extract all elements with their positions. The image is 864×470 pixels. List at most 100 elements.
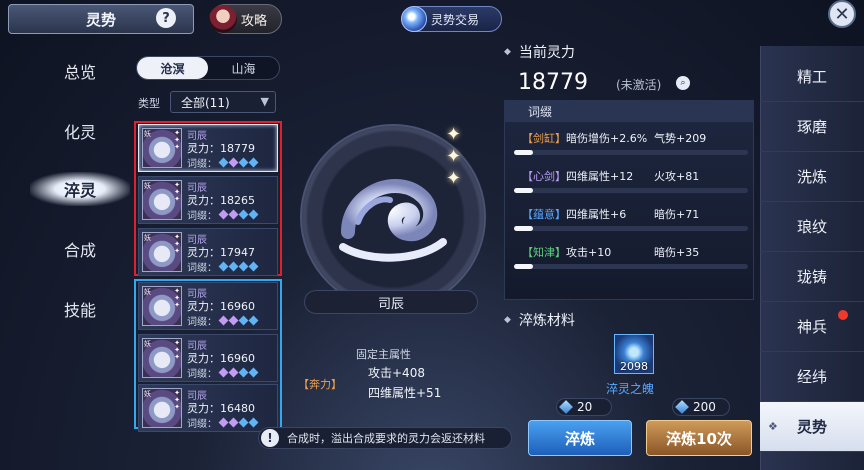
- card-affix-label: 词缀：: [187, 211, 217, 222]
- spirit-thumbnail: 妖 ✦ ✦ ✦: [142, 232, 182, 272]
- spirit-card[interactable]: 妖 ✦ ✦ ✦ 司辰 灵力：16480 词缀：: [138, 384, 278, 432]
- card-affix: 词缀：: [187, 415, 259, 430]
- affix-tag: 【心剑】: [522, 170, 566, 183]
- spirit-card[interactable]: 妖 ✦ ✦ ✦ 司辰 灵力：16960 词缀：: [138, 282, 278, 330]
- segment-cangming[interactable]: 沧溟: [137, 57, 208, 79]
- current-power-title-text: 当前灵力: [518, 45, 575, 61]
- spirit-card[interactable]: 妖 ✦ ✦ ✦ 司辰 灵力：18779 词缀：: [138, 124, 278, 172]
- nav-label: 技能: [63, 301, 96, 320]
- right-tab-1[interactable]: 琢磨: [760, 102, 864, 152]
- right-tab-4[interactable]: 珑铸: [760, 252, 864, 302]
- compose-tip: ! 合成时，溢出合成要求的灵力会返还材料: [258, 427, 512, 449]
- material-item[interactable]: 2098: [614, 334, 654, 374]
- affix-progress-bar: [514, 188, 748, 193]
- diamond-bullet-icon: ◆: [504, 315, 511, 325]
- affix-progress-fill: [514, 150, 533, 155]
- spirit-thumbnail: 妖 ✦ ✦ ✦: [142, 180, 182, 220]
- nav-label: 淬灵: [63, 181, 96, 200]
- affix-left-value: 四维属性+12: [566, 170, 634, 183]
- help-icon[interactable]: ?: [156, 8, 176, 28]
- guide-avatar: [209, 5, 237, 33]
- affix-row: 【心剑】四维属性+12 火攻+81: [514, 168, 750, 202]
- affix-diamond-icon: [218, 261, 229, 272]
- affix-left: 【知津】攻击+10: [522, 244, 611, 260]
- nav-refine[interactable]: 淬灵: [30, 172, 130, 206]
- right-tab-label: 琢磨: [796, 118, 827, 136]
- right-tab-2[interactable]: 洗炼: [760, 152, 864, 202]
- realm-toggle: 沧溟 山海: [136, 56, 280, 80]
- affix-diamond-icon: [248, 315, 259, 326]
- card-power: 灵力：16960: [187, 352, 255, 365]
- affix-diamond-icon: [248, 209, 259, 220]
- affix-diamond-icon: [228, 315, 239, 326]
- nav-transform[interactable]: 化灵: [30, 114, 130, 148]
- nav-overview[interactable]: 总览: [30, 54, 130, 88]
- affix-left-value: 暗伤增伤+2.6%: [566, 132, 648, 145]
- current-power-value: 18779: [518, 70, 588, 95]
- star-icon: ✦ ✦ ✦: [174, 233, 180, 255]
- info-icon: !: [261, 429, 279, 447]
- right-tab-3[interactable]: 琅纹: [760, 202, 864, 252]
- card-power: 灵力：16960: [187, 300, 255, 313]
- nav-label: 化灵: [63, 123, 96, 142]
- selected-name: 司辰: [304, 290, 478, 314]
- affix-right: 气势+209: [654, 132, 707, 145]
- right-tab-0[interactable]: 精工: [760, 52, 864, 102]
- diamond-bullet-icon: ◆: [504, 47, 511, 57]
- type-select[interactable]: 全部(11) ▼: [170, 91, 276, 113]
- right-tab-5[interactable]: 神兵: [760, 302, 864, 352]
- gem-icon: [675, 400, 689, 414]
- affix-progress-bar: [514, 264, 748, 269]
- material-count: 2098: [620, 360, 648, 373]
- material-title: ◆ 淬炼材料: [504, 310, 575, 330]
- type-label: 类型: [138, 97, 160, 110]
- card-affix: 词缀：: [187, 313, 259, 328]
- right-tab-label: 神兵: [796, 318, 827, 336]
- affix-header: 词缀: [504, 100, 754, 122]
- notification-dot: [838, 310, 848, 320]
- right-tab-7[interactable]: ❖ 灵势: [760, 402, 864, 452]
- affix-diamond-icon: [248, 367, 259, 378]
- trade-label: 灵势交易: [431, 12, 480, 27]
- nav-skill[interactable]: 技能: [30, 292, 130, 326]
- gear-icon: ❖: [768, 420, 778, 433]
- spirit-card[interactable]: 妖 ✦ ✦ ✦ 司辰 灵力：17947 词缀：: [138, 228, 278, 276]
- affix-diamond-icon: [238, 417, 249, 428]
- star-icon: ✦ ✦ ✦: [174, 129, 180, 151]
- nav-label: 总览: [63, 63, 96, 82]
- card-power: 灵力：16480: [187, 402, 255, 415]
- card-affix-label: 词缀：: [187, 159, 217, 170]
- affix-diamond-icon: [238, 157, 249, 168]
- sparkle-icon: ✦: [446, 124, 462, 145]
- gem-icon: [559, 400, 573, 414]
- affix-left: 【剑缸】暗伤增伤+2.6%: [522, 130, 647, 146]
- spirit-card[interactable]: 妖 ✦ ✦ ✦ 司辰 灵力：16960 词缀：: [138, 334, 278, 382]
- fixed-attr-attack: 攻击+408: [368, 366, 425, 380]
- sparkle-icon: ✦: [446, 146, 462, 167]
- refine-button[interactable]: 淬炼: [528, 420, 632, 456]
- refine-ten-button[interactable]: 淬炼10次: [646, 420, 752, 456]
- affix-diamond-icon: [238, 209, 249, 220]
- compose-tip-text: 合成时，溢出合成要求的灵力会返还材料: [287, 432, 485, 445]
- right-tab-label: 琅纹: [796, 218, 827, 236]
- affix-diamond-icon: [248, 417, 259, 428]
- trade-button[interactable]: 灵势交易: [401, 6, 502, 32]
- affix-progress-fill: [514, 226, 533, 231]
- inactive-label: (未激活): [616, 78, 662, 92]
- guide-label: 攻略: [241, 13, 268, 29]
- search-icon[interactable]: ⌕: [676, 76, 690, 90]
- card-tag: 妖: [144, 182, 151, 190]
- close-icon[interactable]: ✕: [828, 0, 856, 28]
- guide-button[interactable]: 攻略: [209, 4, 282, 34]
- nav-compose[interactable]: 合成: [30, 232, 130, 266]
- affix-diamond-icon: [238, 367, 249, 378]
- fixed-attr-tag: 【奔力】: [298, 378, 342, 391]
- right-tab-label: 珑铸: [796, 268, 827, 286]
- card-affix: 词缀：: [187, 365, 259, 380]
- affix-progress-fill: [514, 264, 533, 269]
- card-tag: 妖: [144, 234, 151, 242]
- spirit-card[interactable]: 妖 ✦ ✦ ✦ 司辰 灵力：18265 词缀：: [138, 176, 278, 224]
- card-affix-label: 词缀：: [187, 317, 217, 328]
- segment-shanhai[interactable]: 山海: [208, 57, 279, 79]
- right-tab-6[interactable]: 经纬: [760, 352, 864, 402]
